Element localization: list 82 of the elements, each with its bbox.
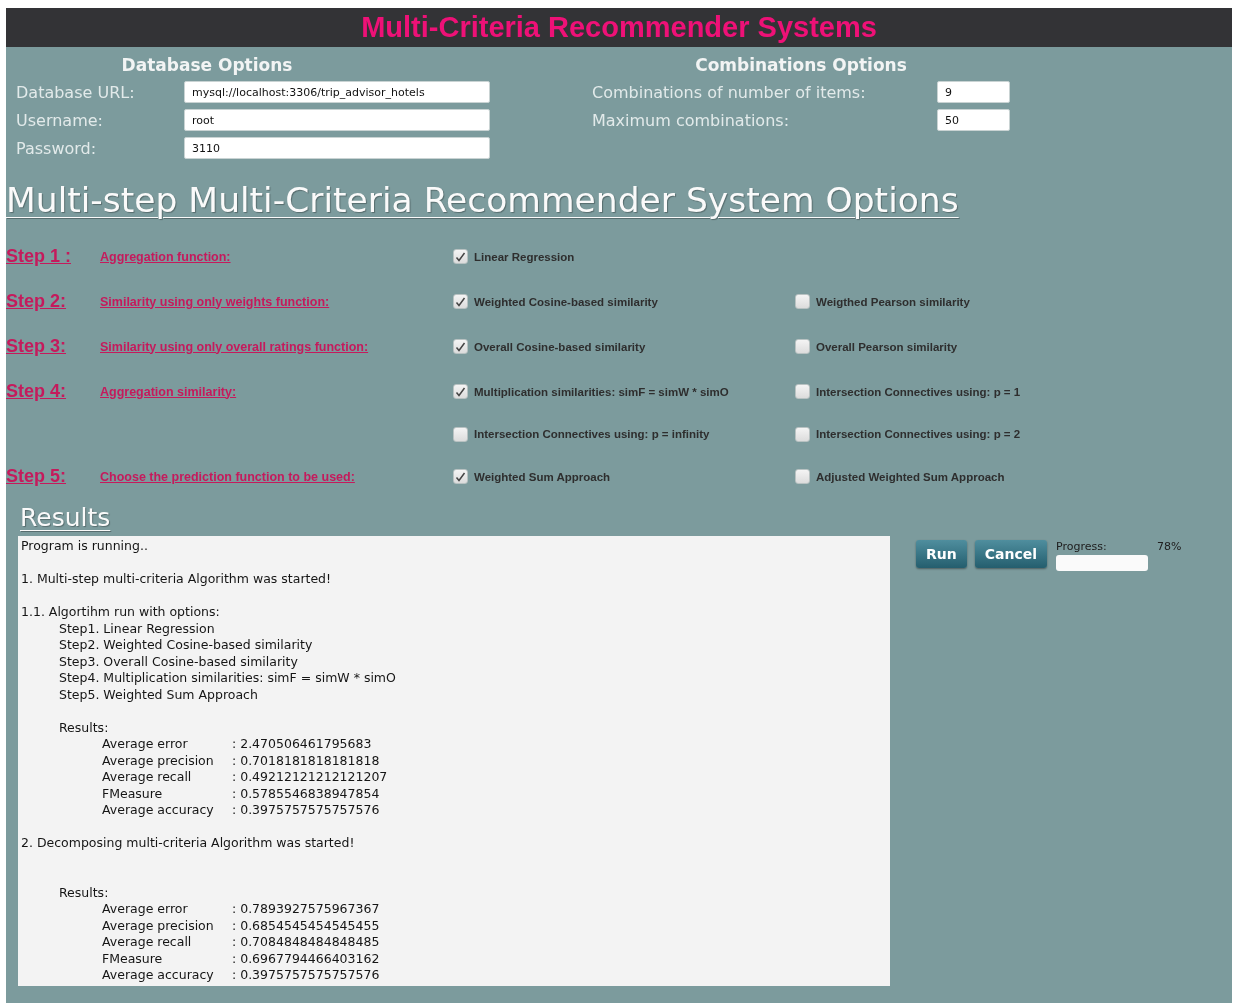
metric-value: : 0.7018181818181818	[232, 752, 381, 769]
step-description: Aggregation function:	[100, 249, 231, 264]
section-heading: Combinations Options	[694, 55, 908, 75]
log-line: Results:	[59, 884, 110, 901]
metric-value: : 0.6854545454545455	[232, 917, 380, 934]
checked-checkbox[interactable]	[453, 249, 468, 264]
field-label: Username:	[16, 110, 104, 130]
checkbox[interactable]	[795, 426, 810, 442]
field-label: Maximum combinations:	[592, 110, 790, 130]
option-label: Multiplication similarities: simF = simW * simO	[474, 385, 729, 398]
text-field[interactable]: root	[184, 109, 490, 131]
log-line: 2. Decomposing multi-criteria Algorithm was started!	[21, 835, 356, 852]
step-description: Similarity using only overall ratings function:	[100, 339, 369, 354]
metric-value: : 0.7084848484848485	[232, 934, 380, 951]
metric-label: Average accuracy	[102, 802, 215, 819]
option-label: Linear Regression	[474, 250, 575, 263]
metric-value: : 0.3975757575757576	[232, 967, 380, 984]
step-label: Step 4:	[6, 381, 66, 402]
log-line: 1.1. Algortihm run with options:	[21, 604, 221, 621]
checked-checkbox[interactable]	[453, 469, 468, 484]
metric-value: : 0.5785546838947854	[232, 785, 381, 802]
checked-checkbox[interactable]	[453, 339, 468, 354]
metric-value: : 0.49212121212121207	[232, 769, 388, 786]
checkbox[interactable]	[453, 426, 468, 442]
text-field[interactable]: 3110	[184, 137, 490, 159]
option-label: Overall Pearson similarity	[816, 340, 958, 353]
option-label: Adjusted Weighted Sum Approach	[816, 470, 1005, 483]
log-line: Step5. Weighted Sum Approach	[59, 686, 259, 703]
text-field[interactable]: 50	[937, 109, 1010, 131]
option-label: Intersection Connectives using: p = 1	[816, 385, 1021, 398]
step-label: Step 5:	[6, 466, 66, 487]
metric-value: : 0.3975757575757576	[232, 802, 381, 819]
text-field[interactable]: 9	[937, 81, 1010, 103]
action-button[interactable]: Run	[916, 540, 967, 568]
option-label: Weigthed Pearson similarity	[816, 295, 970, 308]
field-label: Database URL:	[16, 82, 136, 102]
checked-checkbox[interactable]	[453, 294, 468, 309]
action-button[interactable]: Cancel	[974, 540, 1047, 568]
checkbox[interactable]	[795, 469, 810, 484]
option-label: Overall Cosine-based similarity	[474, 340, 646, 353]
metric-label: FMeasure	[102, 950, 164, 967]
metric-label: Average recall	[102, 934, 193, 951]
section-heading: Database Options	[120, 55, 294, 75]
metric-label: Average error	[102, 736, 189, 753]
checkbox[interactable]	[795, 294, 810, 309]
options-heading: Multi-step Multi-Criteria Recommender System Options	[6, 180, 959, 220]
step-label: Step 1 :	[6, 246, 71, 267]
log-line: Step1. Linear Regression	[59, 620, 216, 637]
text-field[interactable]: mysql://localhost:3306/trip_advisor_hotels	[184, 81, 490, 103]
field-label: Password:	[16, 138, 98, 158]
option-label: Weighted Cosine-based similarity	[474, 295, 658, 308]
metric-label: Average accuracy	[102, 967, 215, 984]
option-label: Intersection Connectives using: p = 2	[816, 428, 1021, 440]
metric-label: Average precision	[102, 752, 215, 769]
step-description: Choose the prediction function to be used:	[100, 469, 355, 484]
log-line: Program is running..	[21, 538, 149, 555]
log-line: 1. Multi-step multi-criteria Algorithm was started!	[21, 571, 333, 588]
step-label: Step 2:	[6, 291, 66, 312]
checkbox[interactable]	[795, 339, 810, 354]
progress-label: Progress:	[1056, 540, 1108, 553]
option-label: Intersection Connectives using: p = infinity	[474, 428, 710, 440]
checkbox[interactable]	[795, 384, 810, 399]
metric-value: : 0.6967794466403162	[232, 950, 380, 967]
log-line: Step4. Multiplication similarities: simF = simW * simO	[59, 670, 397, 687]
option-label: Weighted Sum Approach	[474, 470, 611, 483]
metric-label: FMeasure	[102, 785, 164, 802]
app-title: Multi-Criteria Recommender Systems	[6, 8, 1232, 47]
step-description: Aggregation similarity:	[100, 384, 237, 399]
metric-value: : 0.7893927575967367	[232, 901, 380, 918]
log-line: Results:	[59, 719, 110, 736]
step-label: Step 3:	[6, 336, 66, 357]
field-label: Combinations of number of items:	[592, 82, 867, 102]
results-heading: Results	[20, 503, 111, 532]
metric-value: : 2.470506461795683	[232, 736, 373, 753]
log-line: Step2. Weighted Cosine-based similarity	[59, 637, 314, 654]
metric-label: Average recall	[102, 769, 193, 786]
progress-reading: 78%	[1157, 540, 1182, 553]
metric-label: Average precision	[102, 917, 215, 934]
step-description: Similarity using only weights function:	[100, 294, 330, 309]
checked-checkbox[interactable]	[453, 384, 468, 399]
metric-label: Average error	[102, 901, 189, 918]
log-line: Step3. Overall Cosine-based similarity	[59, 653, 299, 670]
